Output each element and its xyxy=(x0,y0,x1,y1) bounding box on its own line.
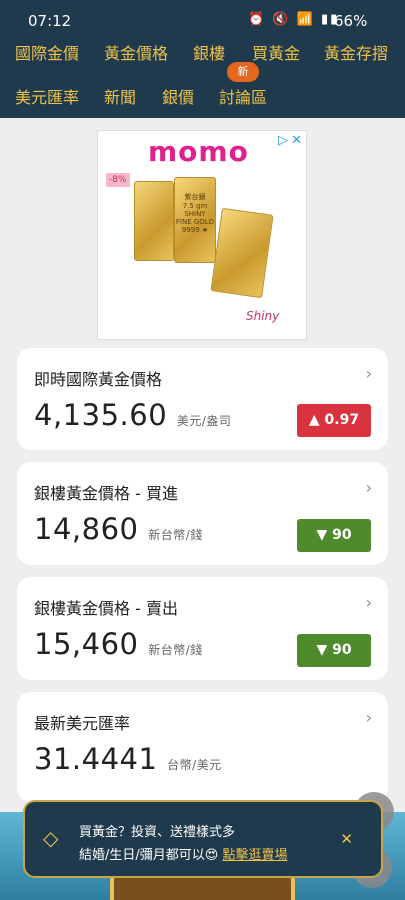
promo-toast[interactable]: ◇ 買黃金？投資、送禮樣式多 結婚/生日/彌月都可以😍 點擊逛賣場 ✕ xyxy=(23,800,383,878)
jeweler-buy-card[interactable]: 銀樓黃金價格 - 買進 › 14,860 新台幣/錢 ▼ 90 xyxy=(17,462,388,565)
price-unit: 美元/盎司 xyxy=(176,414,232,428)
battery-level: 66% xyxy=(334,12,368,30)
card-title: 最新美元匯率 xyxy=(34,714,131,733)
chevron-right-icon: › xyxy=(365,364,372,383)
nav-gold-price[interactable]: 黃金價格 xyxy=(104,40,168,64)
ad-banner[interactable]: momo ▷ ✕ -8% 紫台銀 7.5 gm SHINY FINE GOLD … xyxy=(97,130,307,340)
nav-buy-gold[interactable]: 買黃金 xyxy=(252,40,300,64)
ad-discount-badge: -8% xyxy=(106,173,130,187)
price-unit: 新台幣/錢 xyxy=(148,643,203,657)
intl-gold-card[interactable]: 即時國際黃金價格 › 4,135.60 美元/盎司 ▲ 0.97 xyxy=(17,348,388,450)
nav-news[interactable]: 新聞 xyxy=(104,84,136,108)
card-title: 銀樓黃金價格 - 賣出 xyxy=(34,599,178,618)
price-value: 4,135.60 美元/盎司 xyxy=(34,398,232,432)
adchoices-icon[interactable]: ▷ xyxy=(278,133,288,148)
nav-forum[interactable]: 討論區 xyxy=(219,84,267,108)
price-value: 15,460 新台幣/錢 xyxy=(34,627,203,661)
price-change-badge: ▼ 90 xyxy=(297,519,371,552)
usd-rate-card[interactable]: 最新美元匯率 › 31.4441 台幣/美元 xyxy=(17,692,388,802)
card-title: 銀樓黃金價格 - 買進 xyxy=(34,484,178,503)
nav-usd-rate[interactable]: 美元匯率 xyxy=(15,84,79,108)
chevron-right-icon: › xyxy=(365,478,372,497)
ad-logo: momo xyxy=(148,135,249,168)
close-icon[interactable]: ✕ xyxy=(340,830,353,848)
card-title: 即時國際黃金價格 xyxy=(34,370,163,389)
nav-jeweler[interactable]: 銀樓 xyxy=(193,40,225,64)
status-time: 07:12 xyxy=(28,12,72,30)
shop-link[interactable]: 點擊逛賣場 xyxy=(222,848,287,863)
nav-gold-passbook[interactable]: 黃金存摺 xyxy=(324,40,388,64)
toast-line-2: 結婚/生日/彌月都可以😍 點擊逛賣場 xyxy=(79,848,288,863)
ad-brand: Shiny xyxy=(246,309,280,323)
status-bar: 07:12 ⏰ 🔇 📶 ▮▮ 66% xyxy=(0,0,405,34)
price-change-badge: ▲ 0.97 xyxy=(297,404,371,437)
app-header: 07:12 ⏰ 🔇 📶 ▮▮ 66% 國際金價 黃金價格 銀樓 買黃金 黃金存摺… xyxy=(0,0,405,118)
price-value: 14,860 新台幣/錢 xyxy=(34,512,203,546)
diamond-icon: ◇ xyxy=(43,826,59,850)
ad-close-icon[interactable]: ✕ xyxy=(291,133,302,148)
gold-bar-image: 紫台銀 7.5 gm SHINY FINE GOLD 9999 ★ xyxy=(174,177,216,263)
toast-line-1: 買黃金？投資、送禮樣式多 xyxy=(79,825,236,840)
gold-bar-image xyxy=(210,207,274,299)
status-icons: ⏰ 🔇 📶 ▮▮ xyxy=(248,12,340,27)
nav-intl-gold[interactable]: 國際金價 xyxy=(15,40,79,64)
chevron-right-icon: › xyxy=(365,708,372,727)
rate-value: 31.4441 台幣/美元 xyxy=(34,742,222,776)
price-unit: 新台幣/錢 xyxy=(148,528,203,542)
new-badge: 新 xyxy=(227,62,259,82)
gold-bar-image xyxy=(134,181,174,261)
jeweler-sell-card[interactable]: 銀樓黃金價格 - 賣出 › 15,460 新台幣/錢 ▼ 90 xyxy=(17,577,388,680)
chevron-right-icon: › xyxy=(365,593,372,612)
price-change-badge: ▼ 90 xyxy=(297,634,371,667)
nav-silver-price[interactable]: 銀價 xyxy=(162,84,194,108)
rate-unit: 台幣/美元 xyxy=(167,758,222,772)
